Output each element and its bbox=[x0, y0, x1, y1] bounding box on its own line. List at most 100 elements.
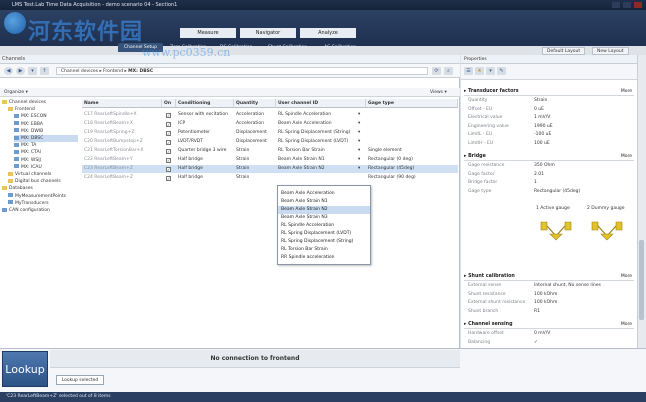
breadcrumb-part[interactable]: MX: DBSC bbox=[128, 69, 153, 74]
section-bridge[interactable]: ▸ Bridge More bbox=[464, 152, 634, 161]
subtab-shunt-calibration[interactable]: Shunt Calibration bbox=[262, 43, 313, 52]
organize-menu[interactable]: Organize bbox=[4, 90, 24, 95]
property-value[interactable]: -100 uE bbox=[534, 131, 551, 139]
forward-icon[interactable]: ▶ bbox=[16, 67, 25, 75]
dropdown-option[interactable]: RL Spring Displacement (LVDT) bbox=[278, 230, 370, 238]
chevron-down-icon[interactable]: ▾ bbox=[358, 129, 360, 137]
tree-item[interactable]: MX: DWIB bbox=[14, 128, 78, 135]
tab-measure[interactable]: Measure bbox=[180, 28, 236, 38]
enabled-checkbox[interactable]: ✓ bbox=[166, 121, 171, 127]
tree-item[interactable]: MX: EBBA bbox=[14, 121, 78, 128]
enabled-checkbox[interactable]: ✓ bbox=[166, 157, 171, 163]
column-header[interactable]: User channel ID bbox=[276, 99, 366, 108]
user-channel-id-dropdown[interactable]: Beam Axle Acceleration Beam Axle Strain N… bbox=[277, 185, 371, 265]
column-header[interactable]: Name bbox=[82, 99, 162, 108]
tree-item[interactable]: MX: TA bbox=[14, 142, 78, 149]
sort-icon[interactable]: ☰ bbox=[464, 67, 473, 75]
search-icon[interactable]: ⌕ bbox=[444, 67, 453, 75]
close-button[interactable] bbox=[634, 2, 642, 8]
tree-item[interactable]: Databases bbox=[2, 185, 78, 192]
section-shunt[interactable]: ▸ Shunt calibration More bbox=[464, 272, 634, 281]
property-value[interactable]: 100 kOhm bbox=[534, 291, 557, 299]
tab-default-layout[interactable]: Default Layout bbox=[542, 47, 586, 55]
tree-item[interactable]: MX: WSIJ bbox=[14, 157, 78, 164]
enabled-checkbox[interactable]: ✓ bbox=[166, 139, 171, 145]
section-sensing[interactable]: ▸ Channel sensing More bbox=[464, 320, 634, 329]
column-header[interactable]: Gage type bbox=[366, 99, 458, 108]
column-header[interactable]: Quantity bbox=[234, 99, 276, 108]
dropdown-option[interactable]: RR Spindle acceleration bbox=[278, 254, 370, 262]
table-row[interactable]: C18 RearLeftBeam+X ✓ ICP Acceleration Beam A… bbox=[82, 120, 458, 128]
tree-item[interactable]: MyTransducers bbox=[8, 200, 78, 207]
tab-navigator[interactable]: Navigator bbox=[240, 28, 296, 38]
dropdown-option[interactable]: RL Spring Displacement (String) bbox=[278, 238, 370, 246]
column-header[interactable]: On bbox=[162, 99, 176, 108]
more-link[interactable]: More bbox=[621, 152, 632, 161]
property-value[interactable]: ✓ bbox=[534, 339, 538, 347]
property-value[interactable]: Strain bbox=[534, 97, 547, 105]
minimize-button[interactable] bbox=[612, 2, 620, 8]
table-row[interactable]: C20 RearLeftBumpstop+Z ✓ LVDT/RVDT Displace… bbox=[82, 138, 458, 146]
table-cell-uid[interactable]: RL Spring Displacement (String) bbox=[276, 129, 366, 137]
enabled-checkbox[interactable]: ✓ bbox=[166, 112, 171, 118]
tree-item[interactable]: MX: CTAI bbox=[14, 149, 78, 156]
tree-item[interactable]: Channel devices bbox=[2, 99, 78, 106]
back-icon[interactable]: ◀ bbox=[4, 67, 13, 75]
chevron-down-icon[interactable]: ▾ bbox=[358, 120, 360, 128]
tree-item[interactable]: Virtual channels bbox=[8, 171, 78, 178]
favorite-icon[interactable]: ★ bbox=[475, 67, 484, 75]
chevron-down-icon[interactable]: ▾ bbox=[358, 138, 360, 146]
property-value[interactable]: Internal shunt, No sense lines bbox=[534, 282, 601, 290]
dropdown-option[interactable]: RL Torsion Bar Strain bbox=[278, 246, 370, 254]
property-value[interactable]: 0 mV/V bbox=[534, 330, 550, 338]
table-row[interactable]: C21 RearLeftTorsionBar+X ✓ Quarter bridge … bbox=[82, 147, 458, 155]
dropdown-option[interactable]: Beam Axle Strain N3 bbox=[278, 214, 370, 222]
dropdown-option[interactable]: RL Spindle Acceleration bbox=[278, 222, 370, 230]
table-cell-uid[interactable]: Beam Axle Strain N1 bbox=[276, 156, 366, 164]
subtab-ac-calibration[interactable]: AC Calibration bbox=[318, 43, 362, 52]
chevron-down-icon[interactable]: ▾ bbox=[358, 147, 360, 155]
property-value[interactable]: 0 uE bbox=[534, 106, 544, 114]
section-transducer[interactable]: ▸ Transducer factors More bbox=[464, 87, 634, 96]
enabled-checkbox[interactable]: ✓ bbox=[166, 148, 171, 154]
property-value[interactable]: Rectangular (45deg) bbox=[534, 188, 580, 196]
more-link[interactable]: More bbox=[621, 272, 632, 281]
enabled-checkbox[interactable]: ✓ bbox=[166, 175, 171, 181]
table-cell-uid[interactable]: RL Spindle Acceleration bbox=[276, 111, 366, 119]
edit-icon[interactable]: ✎ bbox=[497, 67, 506, 75]
refresh-icon[interactable]: ⟳ bbox=[432, 67, 441, 75]
enabled-checkbox[interactable]: ✓ bbox=[166, 166, 171, 172]
property-value[interactable]: 1 bbox=[534, 179, 537, 187]
dropdown-option[interactable]: Beam Axle Acceleration bbox=[278, 190, 370, 198]
more-link[interactable]: More bbox=[621, 320, 632, 329]
tree-item[interactable]: Digital bus channels bbox=[8, 178, 78, 185]
enabled-checkbox[interactable]: ✓ bbox=[166, 130, 171, 136]
table-cell-uid[interactable] bbox=[276, 174, 366, 182]
up-folder-icon[interactable]: ↑ bbox=[40, 67, 49, 75]
table-row[interactable]: C24 RearLeftBeam+Z ✓ Half bridge Strain Rect… bbox=[82, 174, 458, 182]
chevron-down-icon[interactable]: ▾ bbox=[358, 111, 360, 119]
property-value[interactable]: 100 kOhm bbox=[534, 299, 557, 307]
table-cell-uid[interactable]: RL Spring Displacement (LVDT) bbox=[276, 138, 366, 146]
maximize-button[interactable] bbox=[623, 2, 631, 8]
tab-new-layout[interactable]: New Layout bbox=[592, 47, 629, 55]
table-row[interactable]: C23 RearLeftBeam+Z ✓ Half bridge Strain Beam… bbox=[82, 165, 458, 173]
tree-item[interactable]: MX: DBSC bbox=[14, 135, 78, 142]
table-row[interactable]: C19 RearLeftSpring+Z ✓ Potentiometer Displa… bbox=[82, 129, 458, 137]
property-value[interactable]: 1 mV/V bbox=[534, 114, 550, 122]
chevron-down-icon[interactable]: ▾ bbox=[358, 156, 360, 164]
more-link[interactable]: More bbox=[621, 87, 632, 96]
tree-item[interactable]: CAN configuration bbox=[2, 207, 78, 214]
scrollbar-thumb[interactable] bbox=[639, 240, 644, 320]
breadcrumb[interactable]: Channel devices ▸ Frontend ▸ MX: DBSC bbox=[56, 67, 428, 75]
breadcrumb-part[interactable]: Channel devices bbox=[61, 69, 98, 74]
chevron-down-icon[interactable]: ▾ bbox=[358, 165, 360, 173]
property-value[interactable]: 100 uE bbox=[534, 140, 550, 148]
lookup-selected-button[interactable]: Lookup selected bbox=[56, 375, 104, 385]
property-value[interactable]: 350 Ohm bbox=[534, 162, 555, 170]
tree-item[interactable]: Frontend bbox=[8, 106, 78, 113]
app-logo-icon[interactable] bbox=[4, 12, 26, 34]
lookup-button[interactable]: Lookup bbox=[2, 351, 48, 387]
property-value[interactable]: 2.01 bbox=[534, 171, 544, 179]
table-row[interactable]: C22 RearLeftBeam+Y ✓ Half bridge Strain Beam… bbox=[82, 156, 458, 164]
